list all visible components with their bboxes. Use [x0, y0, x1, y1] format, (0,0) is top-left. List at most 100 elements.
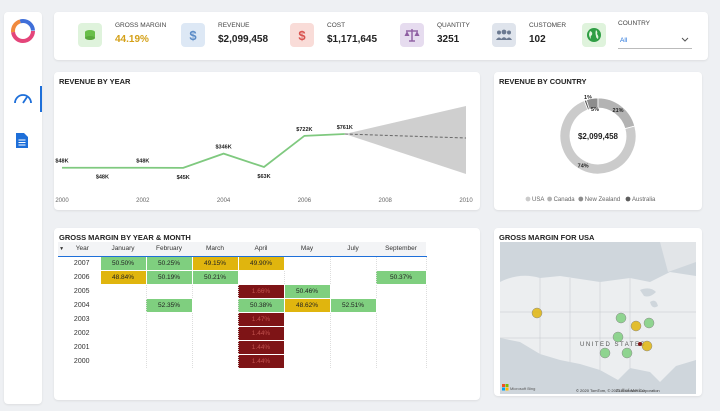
gross-margin-table: ▼ Year January February March April May … [58, 242, 427, 369]
table-cell [192, 326, 239, 341]
table-row[interactable]: 2000 1.44% [58, 354, 427, 369]
table-cell [146, 326, 193, 341]
data-label: $63K [257, 174, 270, 180]
table-cell [192, 312, 239, 327]
kpi-label: CUSTOMER [529, 22, 567, 29]
x-tick-label: 2002 [136, 198, 150, 204]
table-row[interactable]: 2006 48.84% 50.19% 50.21% 50.37% [58, 270, 427, 285]
app-logo[interactable] [10, 18, 36, 44]
table-cell: 50.19% [146, 270, 193, 285]
country-dropdown-value: All [620, 37, 628, 44]
sidebar [4, 12, 42, 404]
table-cell [100, 284, 147, 299]
data-label: $48K [55, 159, 68, 165]
legend-item[interactable]: New Zealand [585, 197, 620, 203]
dashboard-gauge-icon[interactable] [13, 90, 33, 106]
kpi-bar: GROSS MARGIN 44.19% $ REVENUE $2,099,458… [54, 12, 708, 60]
document-icon[interactable] [15, 132, 29, 149]
table-cell [146, 284, 193, 299]
legend-marker [547, 196, 552, 202]
column-header[interactable]: July [330, 242, 376, 257]
table-cell: 50.46% [284, 284, 331, 299]
table-cell [100, 312, 147, 327]
map-point[interactable] [615, 312, 627, 324]
table-cell: 50.25% [146, 256, 193, 271]
row-year: 2001 [58, 340, 101, 355]
table-cell: 1.66% [238, 284, 285, 299]
map-point[interactable] [599, 347, 611, 359]
table-row[interactable]: 2003 1.47% [58, 312, 427, 327]
x-tick-label: 2004 [217, 198, 231, 204]
coins-icon [78, 23, 102, 47]
table-cell [330, 284, 377, 299]
column-header-year[interactable]: ▼ Year [58, 242, 100, 257]
column-header[interactable]: May [284, 242, 330, 257]
map-copyright: © 2020 TomTom, © 2021 Microsoft Corporat… [576, 388, 660, 393]
map-point[interactable] [612, 331, 624, 343]
legend-marker [578, 196, 584, 202]
data-label: $722K [296, 127, 312, 133]
table-cell [284, 256, 331, 271]
table-header-row: ▼ Year January February March April May … [58, 242, 426, 257]
row-year: 2002 [58, 326, 101, 341]
x-tick-label: 2010 [459, 198, 473, 204]
table-cell [376, 312, 427, 327]
table-cell: 48.84% [100, 270, 147, 285]
table-cell [376, 298, 427, 313]
table-cell [284, 340, 331, 355]
column-header[interactable]: March [192, 242, 238, 257]
revenue-line [62, 133, 345, 169]
table-cell: 50.37% [376, 270, 427, 285]
table-cell [330, 326, 377, 341]
kpi-value: 102 [529, 34, 546, 45]
slice-label: 74% [578, 163, 589, 169]
map-point[interactable] [630, 320, 642, 332]
table-cell: 52.35% [146, 298, 193, 313]
table-cell [376, 354, 427, 369]
row-year: 2000 [58, 354, 101, 369]
table-cell: 1.44% [238, 340, 285, 355]
table-cell [192, 340, 239, 355]
gross-margin-table-title: GROSS MARGIN BY YEAR & MONTH [59, 233, 191, 242]
gross-margin-usa-title: GROSS MARGIN FOR USA [499, 233, 595, 242]
column-header[interactable]: January [100, 242, 146, 257]
map-point[interactable] [641, 340, 653, 352]
country-filter-label: COUNTRY [618, 20, 651, 27]
table-cell [376, 340, 427, 355]
revenue-by-country-card: REVENUE BY COUNTRY 1% 5% 21% 74% $2,099,458 U… [494, 72, 702, 210]
column-header[interactable]: September [376, 242, 426, 257]
legend-item[interactable]: Australia [632, 197, 656, 203]
table-cell [192, 354, 239, 369]
map-point[interactable] [621, 347, 633, 359]
table-cell [192, 284, 239, 299]
table-row[interactable]: 2001 1.44% [58, 340, 427, 355]
globe-icon [582, 23, 606, 47]
kpi-value: $1,171,645 [327, 34, 378, 45]
map-point[interactable] [638, 342, 642, 346]
usa-map[interactable]: UNITED STATES Gulf of Mexico Microsoft B… [500, 242, 696, 394]
svg-text:Microsoft Bing: Microsoft Bing [510, 386, 535, 391]
table-row[interactable]: 2007 50.50% 50.25% 49.15% 49.90% [58, 256, 427, 271]
country-dropdown[interactable]: All [618, 33, 692, 49]
data-label: $48K [136, 159, 149, 165]
legend-item[interactable]: Canada [554, 197, 576, 203]
people-icon [492, 23, 516, 47]
kpi-value: 44.19% [115, 34, 149, 45]
column-header[interactable]: April [238, 242, 284, 257]
table-cell: 50.21% [192, 270, 239, 285]
legend-item[interactable]: USA [532, 197, 544, 203]
data-label: $45K [177, 175, 190, 181]
data-label: $346K [215, 145, 231, 151]
table-row[interactable]: 2004 52.35% 50.38% 48.62% 52.51% [58, 298, 427, 313]
map-point[interactable] [643, 317, 655, 329]
map-country-label: UNITED STATES [580, 342, 646, 348]
table-cell [284, 354, 331, 369]
forecast-band [344, 106, 466, 174]
table-row[interactable]: 2005 1.66% 50.46% [58, 284, 427, 299]
table-cell: 49.90% [238, 256, 285, 271]
table-cell [146, 312, 193, 327]
table-row[interactable]: 2002 1.44% [58, 326, 427, 341]
column-header[interactable]: February [146, 242, 192, 257]
map-point[interactable] [531, 307, 543, 319]
table-cell: 1.44% [238, 326, 285, 341]
